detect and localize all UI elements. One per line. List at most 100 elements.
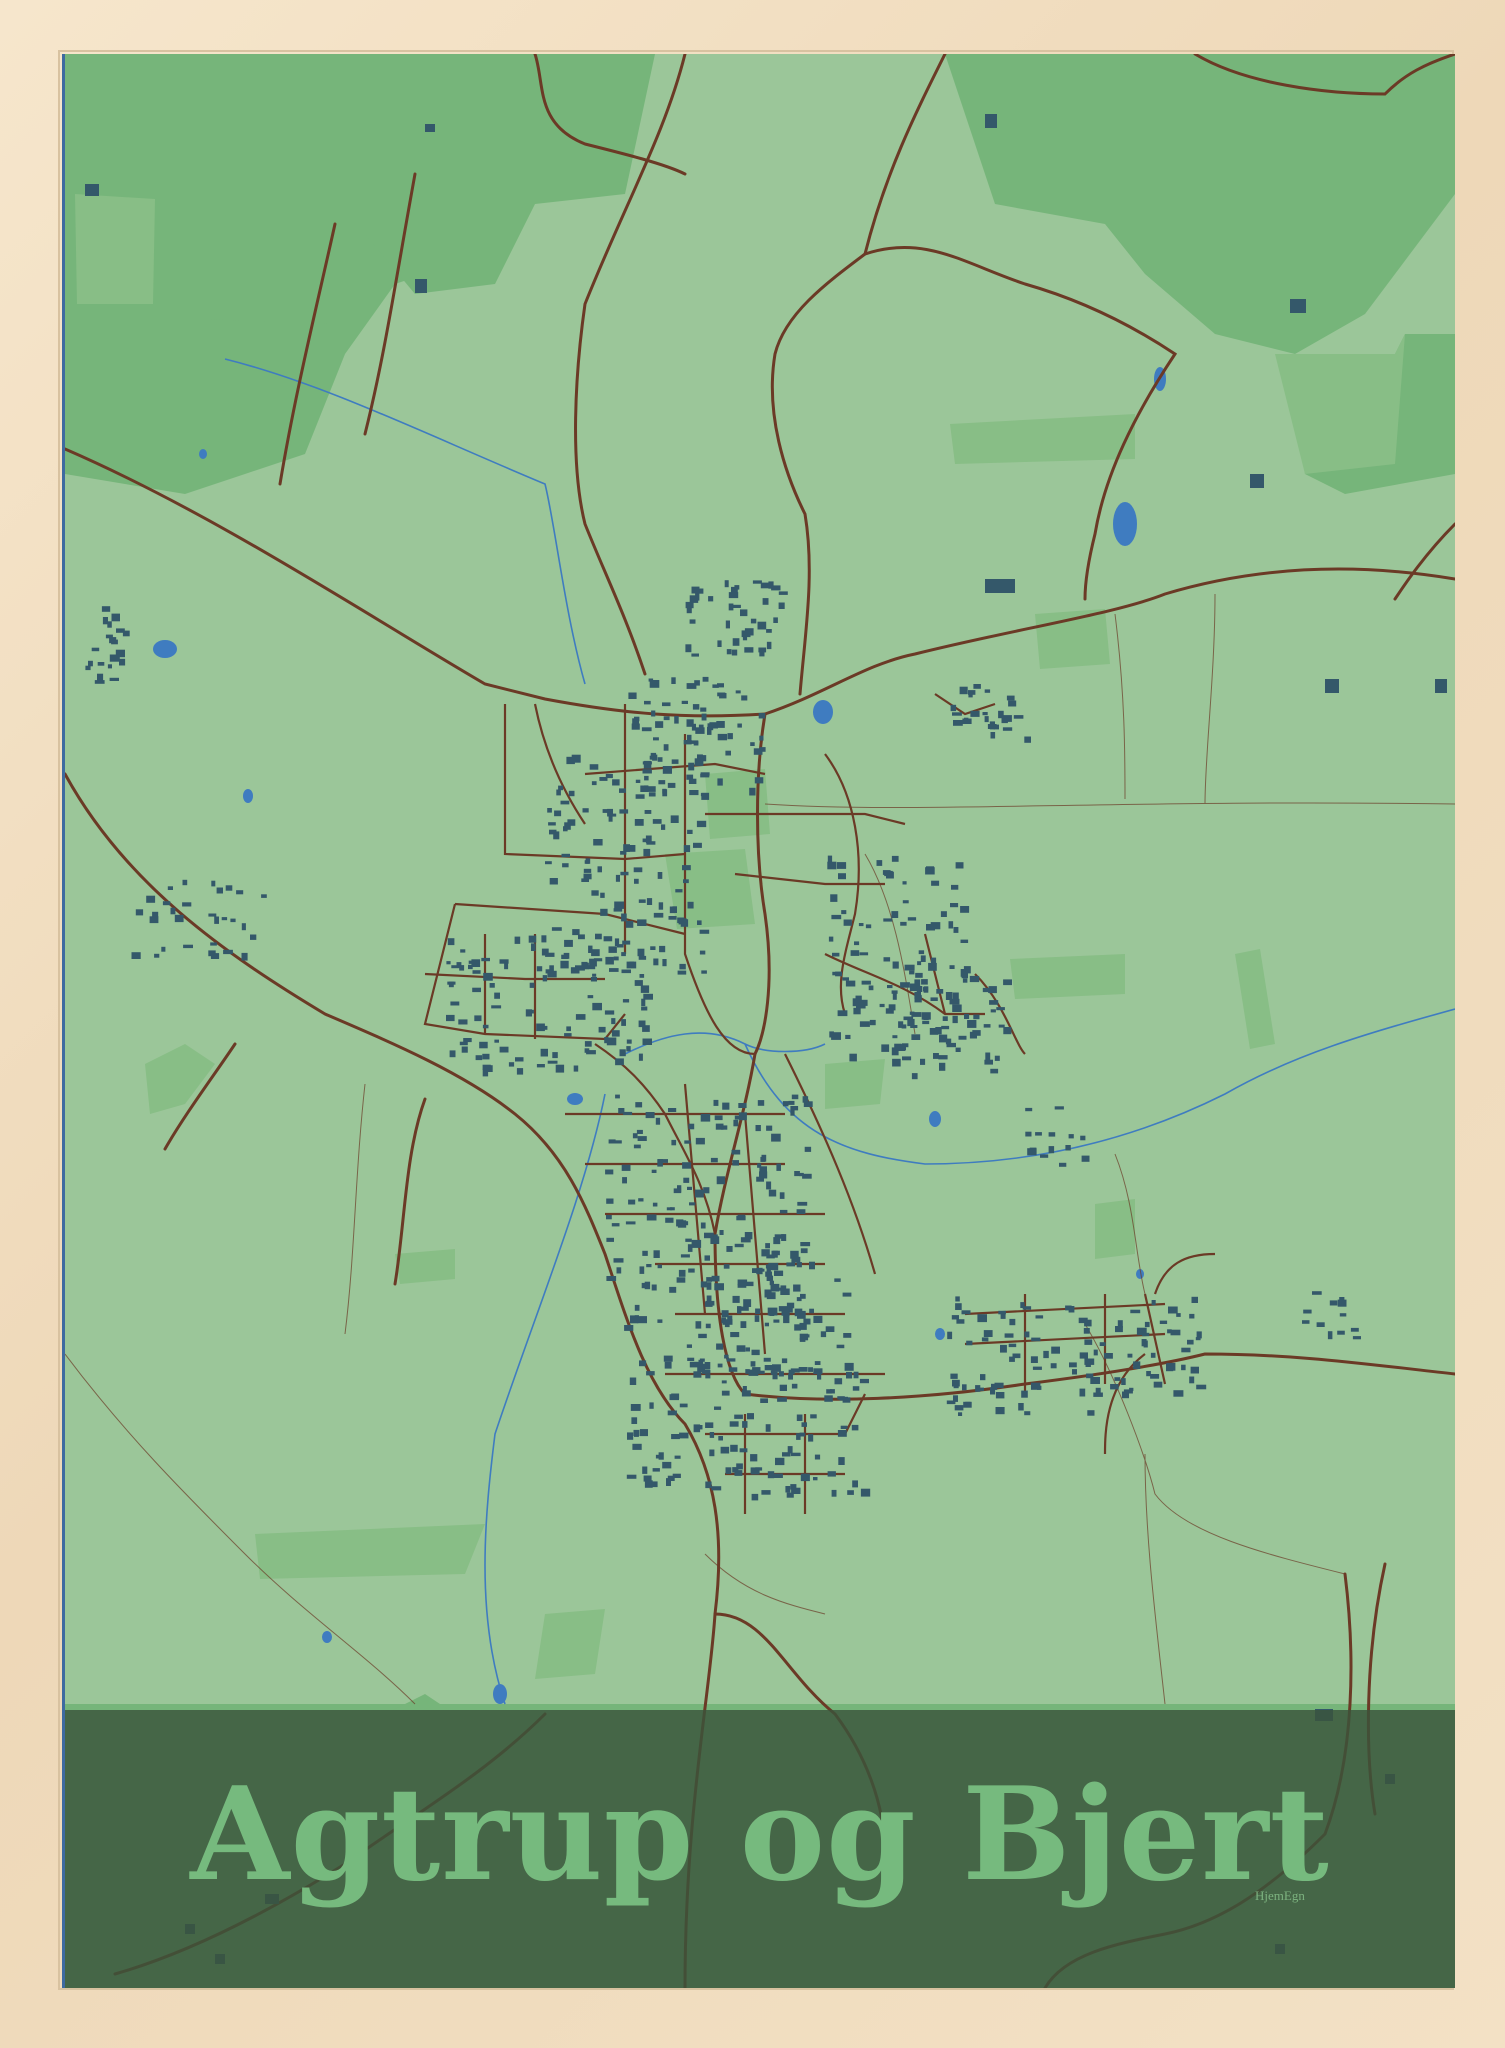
building: [605, 1169, 614, 1175]
building: [782, 1452, 791, 1457]
building: [1130, 1309, 1141, 1314]
building: [688, 762, 695, 771]
building: [726, 1246, 733, 1252]
street-map: [65, 54, 1455, 1988]
building: [1031, 1337, 1041, 1342]
building: [584, 1041, 592, 1047]
building: [884, 870, 893, 877]
building: [1117, 1320, 1123, 1328]
building: [926, 866, 935, 874]
building: [861, 980, 871, 985]
building: [891, 855, 899, 862]
building: [639, 1360, 647, 1367]
building: [827, 861, 837, 870]
building: [1051, 1346, 1060, 1354]
building: [1093, 1392, 1103, 1397]
building: [671, 1139, 677, 1146]
building: [717, 640, 722, 647]
building: [933, 1053, 939, 1059]
building: [701, 755, 707, 762]
building: [697, 1365, 705, 1373]
building: [1129, 1387, 1134, 1391]
building: [1127, 1353, 1133, 1358]
building: [760, 582, 770, 589]
building: [102, 617, 108, 625]
building: [154, 953, 160, 958]
building: [661, 824, 666, 830]
building: [446, 961, 451, 965]
building: [799, 1172, 804, 1177]
building: [700, 793, 706, 797]
building: [892, 992, 897, 1000]
building: [714, 1283, 724, 1291]
building: [724, 1354, 729, 1359]
building: [705, 1422, 714, 1428]
building: [683, 1177, 690, 1183]
building: [600, 908, 608, 916]
building: [725, 620, 730, 629]
building: [182, 879, 188, 886]
building: [964, 717, 969, 723]
building: [706, 1277, 712, 1282]
building: [662, 766, 672, 774]
building: [751, 1349, 760, 1356]
building: [612, 779, 620, 786]
building: [230, 918, 236, 923]
building: [1337, 1299, 1347, 1307]
building: [766, 1125, 773, 1131]
building: [642, 1466, 648, 1474]
building: [766, 1267, 771, 1272]
building: [1079, 1388, 1086, 1397]
building: [642, 1038, 652, 1045]
building: [852, 1480, 858, 1488]
building: [820, 1331, 827, 1338]
building: [641, 1006, 648, 1011]
building: [241, 923, 246, 931]
building: [621, 1164, 631, 1171]
building: [931, 880, 940, 886]
building: [587, 995, 594, 999]
building: [731, 1149, 741, 1155]
building: [830, 1389, 835, 1394]
building: [990, 1068, 999, 1074]
building: [504, 962, 509, 970]
building: [743, 1299, 752, 1307]
building: [704, 1255, 710, 1261]
building: [685, 601, 694, 609]
building: [717, 778, 723, 786]
building: [968, 690, 976, 695]
building: [638, 1198, 644, 1202]
building: [928, 962, 937, 971]
building: [994, 1055, 1000, 1061]
building: [693, 1371, 702, 1378]
building: [685, 644, 692, 653]
building: [646, 1264, 652, 1268]
building: [639, 1266, 645, 1274]
building: [995, 1407, 1005, 1415]
building: [714, 1115, 723, 1121]
building: [775, 1457, 785, 1466]
building: [651, 1169, 657, 1173]
building: [700, 707, 707, 712]
building: [800, 1242, 811, 1247]
building: [689, 1202, 696, 1206]
building: [458, 1019, 468, 1025]
building: [626, 1474, 637, 1479]
building: [728, 592, 739, 599]
building: [170, 907, 176, 915]
building: [921, 979, 928, 985]
building: [665, 1217, 674, 1223]
building: [750, 1361, 756, 1367]
building: [767, 1307, 778, 1316]
building: [1035, 1132, 1042, 1136]
building: [712, 684, 719, 688]
building: [1065, 1145, 1071, 1151]
building: [536, 966, 543, 972]
building: [593, 958, 603, 962]
building: [663, 1355, 673, 1362]
building: [840, 1425, 848, 1429]
building: [728, 603, 734, 611]
building: [985, 1052, 991, 1061]
building: [1018, 1403, 1024, 1411]
building: [693, 1424, 701, 1433]
